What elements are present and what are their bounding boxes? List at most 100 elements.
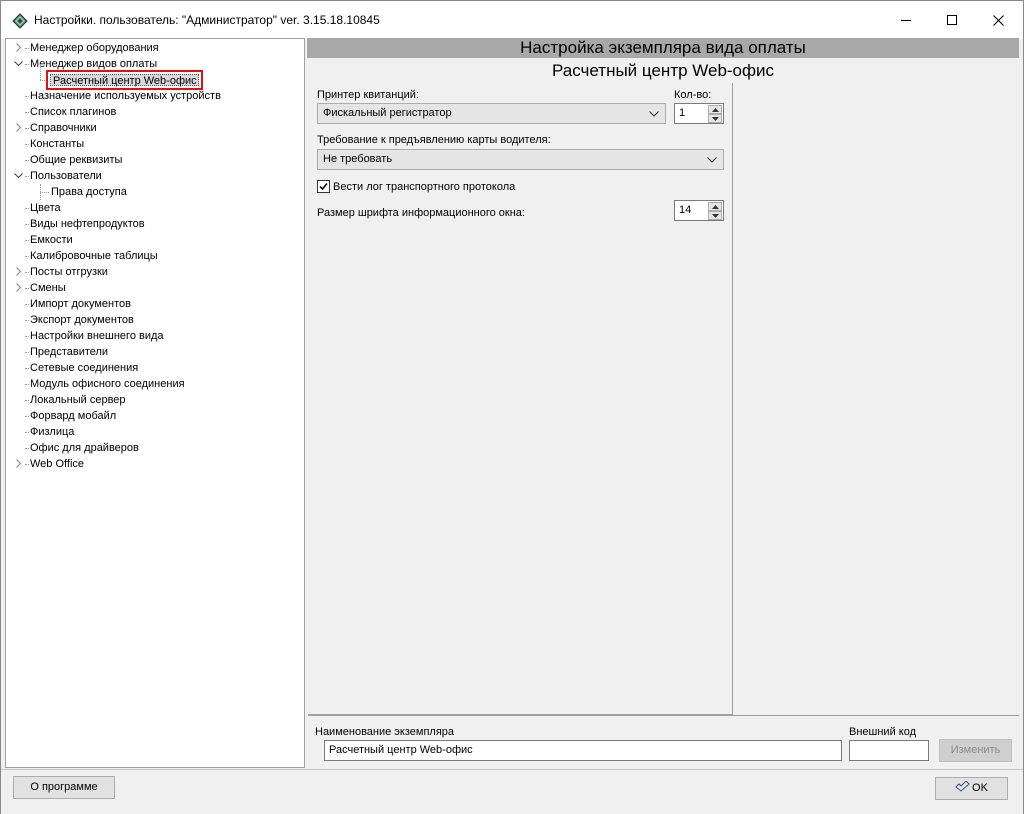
tree-item-label: Настройки внешнего вида <box>30 330 164 342</box>
tree-connector <box>25 432 29 433</box>
tree-item-label: Сетевые соединения <box>30 362 139 374</box>
tree-item[interactable]: Физлица <box>6 424 302 440</box>
tree-item-label: Смены <box>30 282 66 294</box>
tree-item[interactable]: Виды нефтепродуктов <box>6 216 302 232</box>
instance-name-input[interactable]: Расчетный центр Web-офис <box>324 740 842 761</box>
tree-item[interactable]: Назначение используемых устройств <box>6 88 302 104</box>
settings-panel: Настройка экземпляра вида оплаты Расчетн… <box>307 38 1019 768</box>
log-label[interactable]: Вести лог транспортного протокола <box>333 181 515 193</box>
tree-connector <box>25 320 29 321</box>
tree-item-label: Калибровочные таблицы <box>30 250 158 262</box>
window-title: Настройки. пользователь: "Администратор"… <box>34 13 380 27</box>
tree-item-label: Форвард мобайл <box>30 410 117 422</box>
maximize-icon <box>946 14 957 25</box>
tree-connector <box>25 144 29 145</box>
tree-item[interactable]: Калибровочные таблицы <box>6 248 302 264</box>
qty-stepper[interactable]: 1 <box>674 103 724 124</box>
printer-select[interactable]: Фискальный регистратор <box>317 103 666 124</box>
instance-section: Наименование экземпляра Расчетный центр … <box>308 715 1019 768</box>
change-button[interactable]: Изменить <box>939 739 1012 762</box>
tree-item-label: Посты отгрузки <box>30 266 108 278</box>
tree-item[interactable]: Экспорт документов <box>6 312 302 328</box>
chevron-down-icon[interactable] <box>14 168 24 184</box>
chevron-right-icon[interactable] <box>14 264 24 280</box>
tree-item[interactable]: Общие реквизиты <box>6 152 302 168</box>
tree-item[interactable]: Права доступа <box>6 184 302 200</box>
tree-item-selected-highlight[interactable]: Расчетный центр Web-офис <box>46 70 203 90</box>
tree-item-label: Пользователи <box>30 170 102 182</box>
tree-connector <box>25 256 29 257</box>
tree-item[interactable]: Константы <box>6 136 302 152</box>
tree-item-label: Web Office <box>30 458 85 470</box>
tree-item[interactable]: Представители <box>6 344 302 360</box>
tree-item-label: Цвета <box>30 202 61 214</box>
arrow-down-icon <box>712 117 719 121</box>
chevron-down-icon[interactable] <box>14 56 24 72</box>
tree-item-label: Представители <box>30 346 109 358</box>
tree-connector <box>25 448 29 449</box>
minimize-button[interactable] <box>883 1 929 39</box>
title-bar: Настройки. пользователь: "Администратор"… <box>1 1 1023 39</box>
arrow-up-icon <box>712 205 719 209</box>
font-size-stepper[interactable]: 14 <box>674 200 724 221</box>
tree-connector <box>25 240 29 241</box>
log-checkbox[interactable] <box>317 180 330 193</box>
tree-connector <box>25 112 29 113</box>
close-button[interactable] <box>975 1 1021 39</box>
ext-code-input[interactable] <box>849 740 929 761</box>
tree-item[interactable]: Настройки внешнего вида <box>6 328 302 344</box>
tree-item[interactable]: Форвард мобайл <box>6 408 302 424</box>
font-size-down-button[interactable] <box>708 211 722 220</box>
tree-item[interactable]: Справочники <box>6 120 302 136</box>
checkmark-icon <box>319 183 328 191</box>
tree-item[interactable]: Посты отгрузки <box>6 264 302 280</box>
tree-item[interactable]: Список плагинов <box>6 104 302 120</box>
tree-item[interactable]: Web Office <box>6 456 302 472</box>
tree-item-label: Физлица <box>30 426 75 438</box>
tree-connector <box>25 224 29 225</box>
chevron-down-icon <box>649 111 659 117</box>
tree-connector <box>25 272 29 273</box>
tree-item-label: Емкости <box>30 234 73 246</box>
qty-down-button[interactable] <box>708 114 722 123</box>
tree-connector <box>25 128 29 129</box>
driver-card-select[interactable]: Не требовать <box>317 149 724 170</box>
maximize-button[interactable] <box>929 1 975 39</box>
tree-item-label: Менеджер оборудования <box>30 42 159 54</box>
chevron-right-icon[interactable] <box>14 40 24 56</box>
about-button[interactable]: О программе <box>13 776 115 799</box>
settings-window: Настройки. пользователь: "Администратор"… <box>0 0 1024 814</box>
instance-name-label: Наименование экземпляра <box>315 726 455 738</box>
tree-item[interactable]: Импорт документов <box>6 296 302 312</box>
tree-connector <box>25 48 29 49</box>
tree-connector <box>25 352 29 353</box>
tree-item-label: Модуль офисного соединения <box>30 378 185 390</box>
tree-item[interactable]: Сетевые соединения <box>6 360 302 376</box>
tree-item-label: Расчетный центр Web-офис <box>50 74 199 87</box>
chevron-right-icon[interactable] <box>14 120 24 136</box>
ok-button[interactable]: OK <box>935 777 1008 800</box>
footer-bar: О программе OK <box>1 769 1023 814</box>
chevron-right-icon[interactable] <box>14 456 24 472</box>
arrow-up-icon <box>712 108 719 112</box>
qty-up-button[interactable] <box>708 105 722 114</box>
tree-item[interactable]: Менеджер оборудования <box>6 40 302 56</box>
tree-item[interactable]: Расчетный центр Web-офис <box>6 70 302 90</box>
settings-tree[interactable]: Менеджер оборудования Менеджер видов опла… <box>5 38 305 768</box>
tree-item[interactable]: Модуль офисного соединения <box>6 376 302 392</box>
tree-item[interactable]: Смены <box>6 280 302 296</box>
tree-item[interactable]: Локальный сервер <box>6 392 302 408</box>
panel-subheader: Расчетный центр Web-офис <box>552 61 774 80</box>
tree-item[interactable]: Офис для драйверов <box>6 440 302 456</box>
tree-connector <box>25 64 29 65</box>
chevron-right-icon[interactable] <box>14 280 24 296</box>
tree-connector <box>25 368 29 369</box>
tree-item[interactable]: Емкости <box>6 232 302 248</box>
minimize-icon <box>900 19 911 21</box>
tree-connector <box>25 464 29 465</box>
tree-connector <box>25 96 29 97</box>
tree-item[interactable]: Цвета <box>6 200 302 216</box>
tree-item[interactable]: Пользователи <box>6 168 302 184</box>
font-size-up-button[interactable] <box>708 202 722 211</box>
tree-connector <box>25 288 29 289</box>
